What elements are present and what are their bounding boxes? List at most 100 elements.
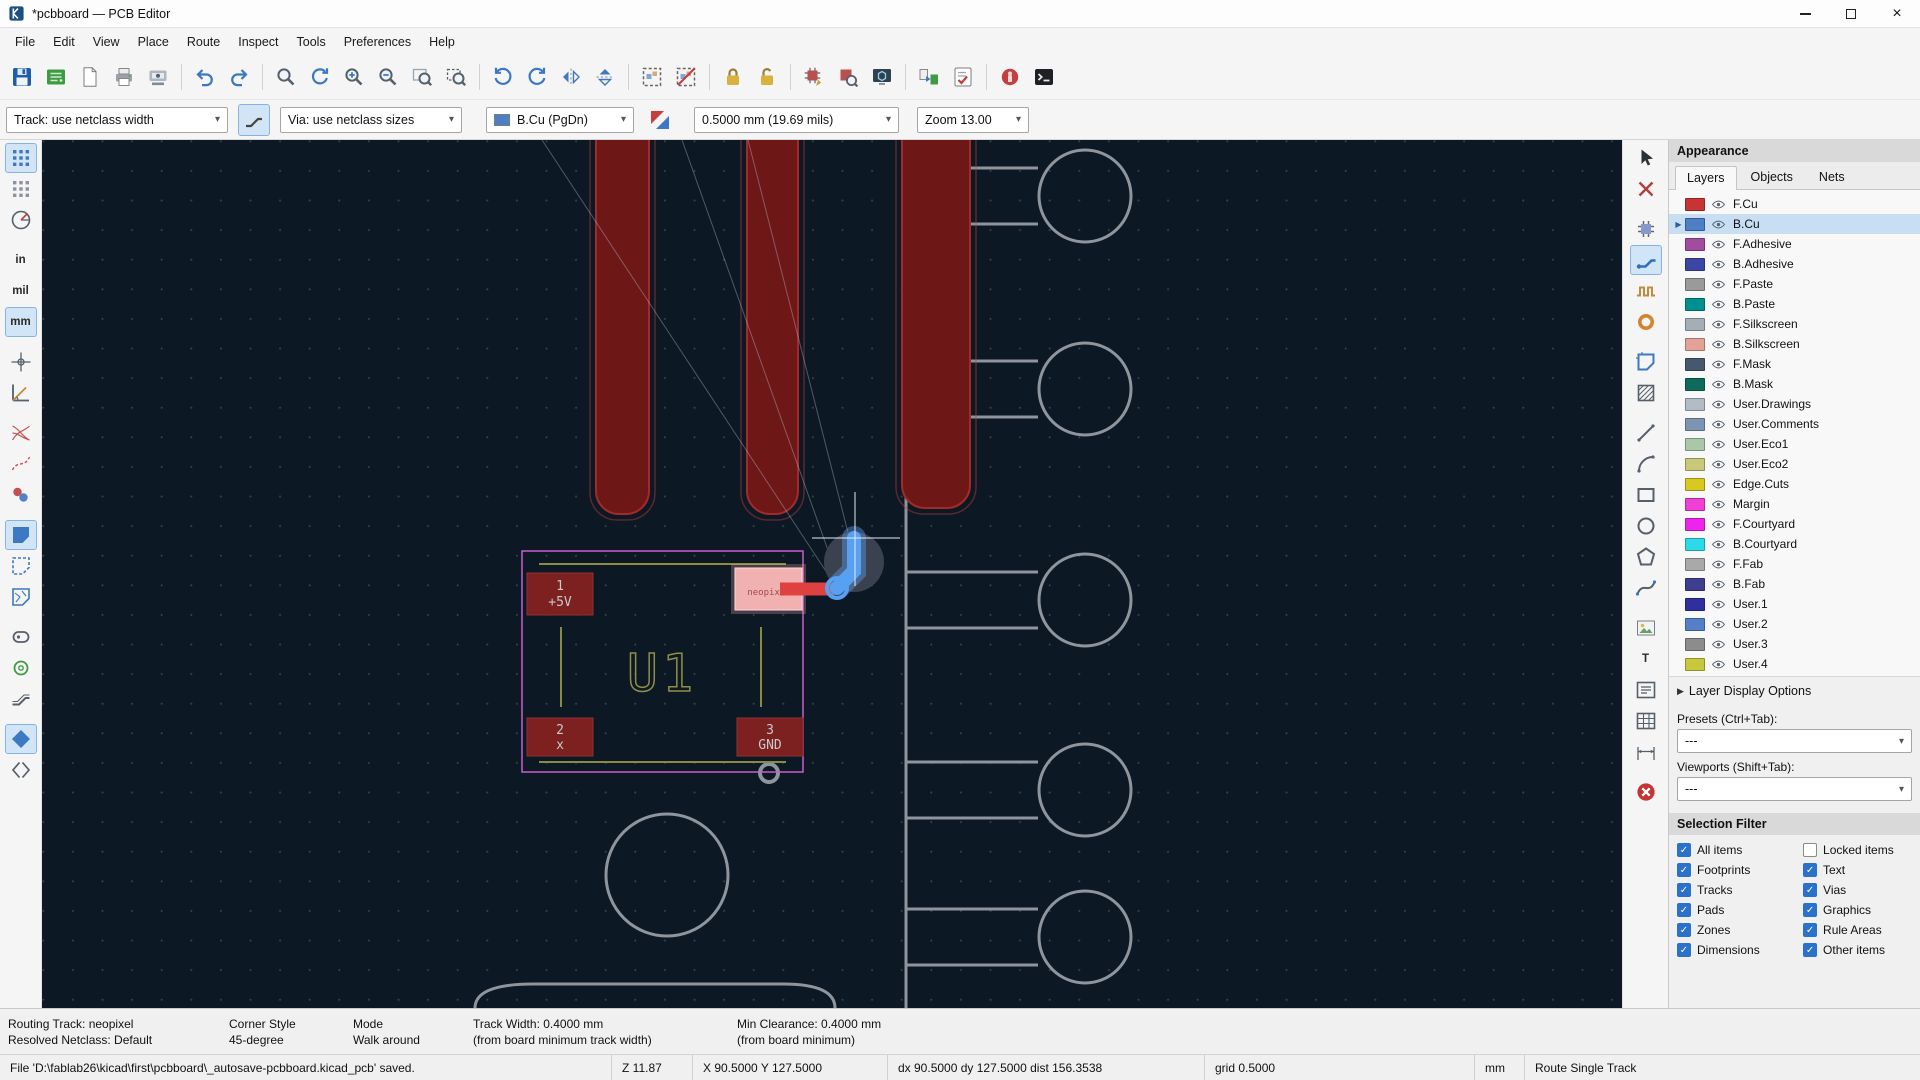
zoom-out-button[interactable] [372, 61, 404, 93]
layer-color-swatch[interactable] [1685, 217, 1705, 231]
layer-color-swatch[interactable] [1685, 637, 1705, 651]
checkbox[interactable]: ✓ [1803, 883, 1818, 897]
units-mils-button[interactable]: mil [5, 276, 37, 306]
layer-visibility-eye-icon[interactable] [1711, 277, 1726, 292]
menu-place[interactable]: Place [129, 31, 178, 53]
layer-row-margin[interactable]: Margin [1669, 494, 1920, 514]
undo-button[interactable] [189, 61, 221, 93]
sketch-tracks-button[interactable] [5, 684, 37, 714]
layer-visibility-eye-icon[interactable] [1711, 417, 1726, 432]
layer-color-swatch[interactable] [1685, 317, 1705, 331]
layer-visibility-eye-icon[interactable] [1711, 477, 1726, 492]
full-window-crosshair-button[interactable] [5, 347, 37, 377]
layer-color-swatch[interactable] [1685, 377, 1705, 391]
maximize-button[interactable] [1828, 0, 1874, 27]
polar-coordinates-button[interactable] [5, 205, 37, 235]
sketch-pads-button[interactable] [5, 622, 37, 652]
layer-row-b-cu[interactable]: ▶ B.Cu [1669, 214, 1920, 234]
rectangle-tool-button[interactable] [1630, 480, 1662, 510]
layer-color-swatch[interactable] [1685, 357, 1705, 371]
layer-row-user-eco1[interactable]: User.Eco1 [1669, 434, 1920, 454]
layer-visibility-eye-icon[interactable] [1711, 377, 1726, 392]
layer-visibility-eye-icon[interactable] [1711, 557, 1726, 572]
dimension-tool-button[interactable] [1630, 737, 1662, 767]
layer-color-swatch[interactable] [1685, 297, 1705, 311]
layer-color-swatch[interactable] [1685, 557, 1705, 571]
via-size-combo[interactable]: Via: use netclass sizes ▾ [280, 106, 462, 133]
minimize-button[interactable] [1782, 0, 1828, 27]
active-layer-combo[interactable]: B.Cu (PgDn) ▾ [486, 106, 634, 133]
pad-3[interactable]: 3 GND [736, 717, 804, 757]
zone-display-filled-button[interactable] [4, 520, 37, 550]
layer-row-user-1[interactable]: User.1 [1669, 594, 1920, 614]
layer-visibility-eye-icon[interactable] [1711, 237, 1726, 252]
mirror-button[interactable] [589, 61, 621, 93]
layer-color-swatch[interactable] [1685, 497, 1705, 511]
layer-row-f-fab[interactable]: F.Fab [1669, 554, 1920, 574]
layer-color-swatch[interactable] [1685, 477, 1705, 491]
close-button[interactable]: × [1874, 0, 1920, 27]
sketch-vias-button[interactable] [5, 653, 37, 683]
layer-visibility-eye-icon[interactable] [1711, 397, 1726, 412]
layer-visibility-eye-icon[interactable] [1711, 357, 1726, 372]
unlock-button[interactable] [751, 61, 783, 93]
layer-color-swatch[interactable] [1685, 277, 1705, 291]
reference-designator[interactable]: U1 [626, 643, 698, 705]
layer-visibility-eye-icon[interactable] [1711, 657, 1726, 672]
zone-tool-button[interactable] [1630, 347, 1662, 377]
filter-locked-items[interactable]: Locked items [1803, 843, 1912, 857]
layer-visibility-eye-icon[interactable] [1711, 457, 1726, 472]
layer-row-b-fab[interactable]: B.Fab [1669, 574, 1920, 594]
polygon-tool-button[interactable] [1630, 542, 1662, 572]
group-button[interactable] [636, 61, 668, 93]
layer-color-swatch[interactable] [1685, 537, 1705, 551]
scripting-console-button[interactable] [1028, 61, 1060, 93]
find-button[interactable] [270, 61, 302, 93]
checkbox[interactable]: ✓ [1677, 943, 1691, 957]
filter-text[interactable]: ✓ Text [1803, 863, 1912, 877]
flip-board-view-button[interactable] [5, 755, 37, 785]
route-tracks-tool-button[interactable] [1629, 245, 1662, 275]
menu-view[interactable]: View [84, 31, 129, 53]
layer-row-f-silkscreen[interactable]: F.Silkscreen [1669, 314, 1920, 334]
filter-dimensions[interactable]: ✓ Dimensions [1677, 943, 1799, 957]
arc-tool-button[interactable] [1630, 449, 1662, 479]
grid-combo[interactable]: 0.5000 mm (19.69 mils) ▾ [694, 106, 899, 133]
redo-button[interactable] [223, 61, 255, 93]
layer-visibility-eye-icon[interactable] [1711, 637, 1726, 652]
page-settings-button[interactable] [74, 61, 106, 93]
layer-row-f-courtyard[interactable]: F.Courtyard [1669, 514, 1920, 534]
menu-tools[interactable]: Tools [288, 31, 335, 53]
3d-viewer-button[interactable] [866, 61, 898, 93]
layer-row-user-2[interactable]: User.2 [1669, 614, 1920, 634]
layer-color-swatch[interactable] [1685, 417, 1705, 431]
copper-traces[interactable] [589, 140, 977, 521]
update-pcb-from-schematic-button[interactable] [913, 61, 945, 93]
checkbox[interactable]: ✓ [1803, 863, 1818, 877]
layer-visibility-eye-icon[interactable] [1711, 597, 1726, 612]
curved-ratsnest-button[interactable] [5, 449, 37, 479]
checkbox[interactable]: ✓ [1677, 843, 1691, 857]
footprint-tool-button[interactable] [1630, 214, 1662, 244]
show-ratsnest-button[interactable] [5, 418, 37, 448]
footprint-editor-button[interactable] [798, 61, 830, 93]
refresh-view-button[interactable] [304, 61, 336, 93]
menu-preferences[interactable]: Preferences [335, 31, 420, 53]
layer-row-user-comments[interactable]: User.Comments [1669, 414, 1920, 434]
filter-graphics[interactable]: ✓ Graphics [1803, 903, 1912, 917]
layer-row-user-drawings[interactable]: User.Drawings [1669, 394, 1920, 414]
menu-inspect[interactable]: Inspect [229, 31, 287, 53]
titlebar[interactable]: *pcbboard — PCB Editor × [0, 0, 1920, 28]
reference-image-tool-button[interactable] [1630, 613, 1662, 643]
menu-help[interactable]: Help [420, 31, 464, 53]
checkbox[interactable]: ✓ [1677, 903, 1691, 917]
checkbox[interactable]: ✓ [1677, 923, 1691, 937]
layer-display-options[interactable]: ▶ Layer Display Options [1669, 676, 1920, 705]
layer-row-edge-cuts[interactable]: Edge.Cuts [1669, 474, 1920, 494]
board-setup-button[interactable] [40, 61, 72, 93]
layer-visibility-eye-icon[interactable] [1711, 617, 1726, 632]
select-tool-button[interactable] [1630, 143, 1662, 173]
units-inches-button[interactable]: in [5, 245, 37, 275]
delete-tool-button[interactable] [1630, 777, 1662, 807]
zone-display-fracture-button[interactable] [5, 582, 37, 612]
